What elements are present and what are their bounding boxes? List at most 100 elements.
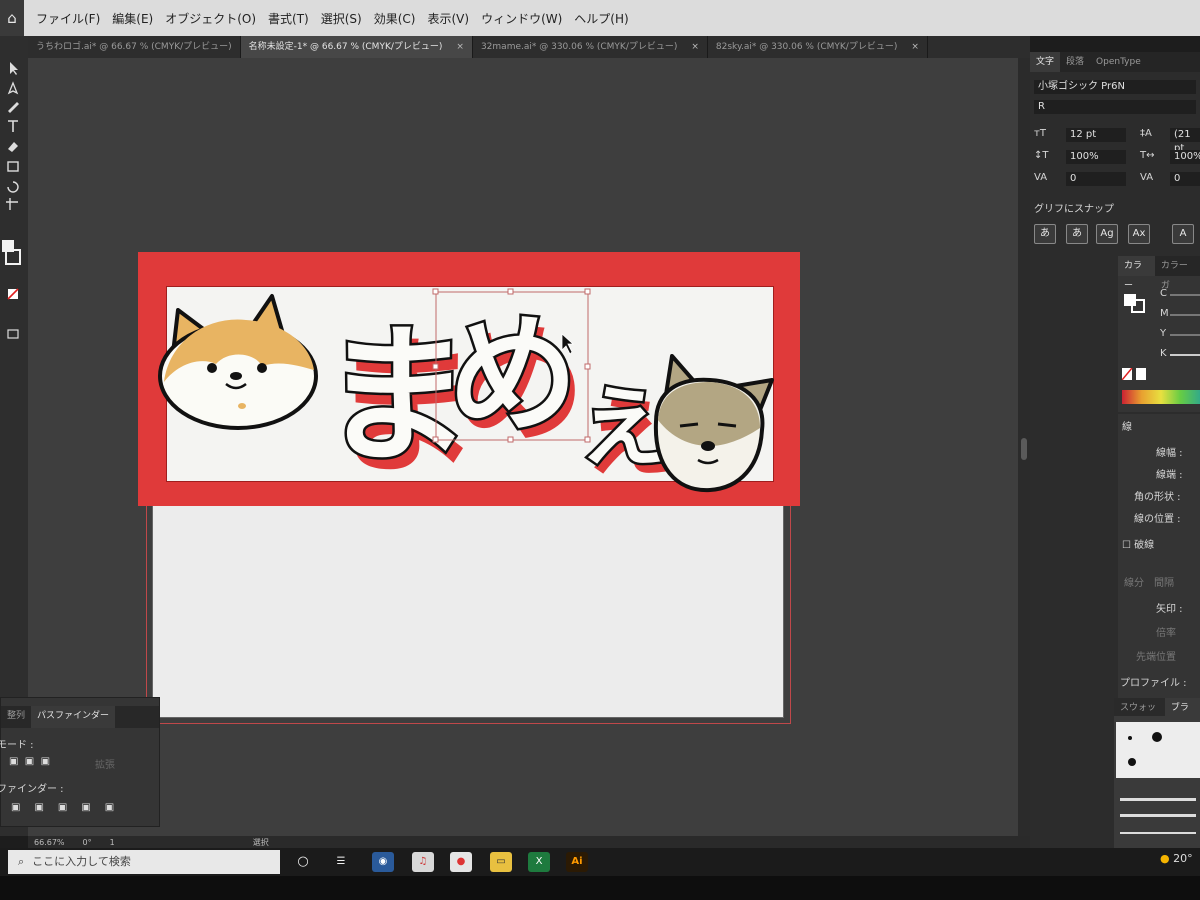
horizontal-scale-field[interactable]: 100%	[1170, 150, 1200, 164]
cortana-icon[interactable]: ○	[292, 852, 314, 872]
snap-angular-button[interactable]: A	[1172, 224, 1194, 244]
font-size-field[interactable]: 12 pt	[1066, 128, 1126, 142]
stroke-panel: 線 線幅 : 線端 : 角の形状 : 線の位置 : ☐ 破線 線分 間隔 矢印 …	[1118, 414, 1200, 714]
expand-button[interactable]: 拡張	[95, 756, 115, 771]
olive-dog-illustration[interactable]	[653, 354, 774, 493]
rectangle-tool-icon[interactable]	[4, 158, 22, 174]
tab-color-guide[interactable]: カラーガ	[1155, 256, 1200, 291]
illustrator-icon[interactable]: Ai	[566, 852, 588, 872]
vertical-scrollbar[interactable]	[1018, 58, 1030, 836]
shape-mode-buttons[interactable]: ▣ ▣ ▣	[9, 756, 69, 770]
close-icon[interactable]: ×	[691, 36, 699, 58]
shape-mode-label: モード :	[0, 740, 34, 751]
chrome-icon[interactable]: ●	[450, 852, 472, 872]
color-panel: カラー カラーガ C M Y K	[1118, 256, 1200, 412]
task-view-icon[interactable]: ☰	[330, 852, 352, 872]
taskbar-search-box[interactable]: ⌕ ここに入力して検索	[8, 850, 280, 874]
brush-library-grid[interactable]	[1116, 722, 1200, 778]
channel-y-slider[interactable]	[1170, 334, 1200, 336]
none-swatch-icon[interactable]	[4, 286, 22, 302]
vertical-scale-field[interactable]: 100%	[1066, 150, 1126, 164]
channel-c-label: C	[1160, 288, 1167, 299]
menu-object[interactable]: オブジェクト(O)	[165, 10, 256, 27]
channel-c-slider[interactable]	[1170, 294, 1200, 296]
menu-view[interactable]: 表示(V)	[427, 10, 469, 27]
tab-brushes[interactable]: ブラシ	[1164, 698, 1200, 733]
close-icon[interactable]: ×	[456, 36, 464, 58]
pen-tool-icon[interactable]	[4, 80, 22, 96]
brush-dot-small[interactable]	[1128, 736, 1132, 740]
kerning-icon: VA	[1034, 172, 1048, 183]
tab-swatches[interactable]: スウォッチ	[1114, 698, 1165, 733]
app-globe-icon[interactable]: ◉	[372, 852, 394, 872]
tab-color[interactable]: カラー	[1118, 256, 1155, 291]
dashed-line-checkbox[interactable]: ☐ 破線	[1122, 536, 1154, 551]
tab-align[interactable]: 整列	[1, 706, 31, 728]
tab-untitled-1[interactable]: 名称未設定-1* @ 66.67 % (CMYK/プレビュー) ×	[240, 36, 473, 58]
font-style-field[interactable]: R	[1034, 100, 1196, 114]
tab-32mame[interactable]: 32mame.ai* @ 330.06 % (CMYK/プレビュー) ×	[473, 36, 708, 58]
rotate-tool-icon[interactable]	[4, 178, 22, 194]
shiba-dog-illustration[interactable]	[158, 294, 318, 430]
fill-stroke-swatch-icon[interactable]	[1124, 282, 1150, 314]
brush-dot-large[interactable]	[1152, 732, 1162, 742]
snap-baseline-button[interactable]: あ	[1034, 224, 1056, 244]
kerning-field[interactable]: 0	[1066, 172, 1126, 186]
snap-glyph-bounds-button[interactable]: Ag	[1096, 224, 1118, 244]
tab-pathfinder[interactable]: パスファインダー	[31, 706, 116, 728]
menu-type[interactable]: 書式(T)	[268, 10, 309, 27]
menu-file[interactable]: ファイル(F)	[36, 10, 100, 27]
artboard-tool-icon[interactable]	[4, 196, 22, 212]
status-bar: 66.67% 0° 1 選択	[28, 836, 1030, 848]
brush-stroke-1[interactable]	[1120, 798, 1196, 801]
eraser-tool-icon[interactable]	[4, 138, 22, 154]
menu-window[interactable]: ウィンドウ(W)	[481, 10, 562, 27]
rotation-angle[interactable]: 0°	[83, 838, 92, 847]
snap-xheight-button[interactable]: あ	[1066, 224, 1088, 244]
menu-edit[interactable]: 編集(E)	[112, 10, 153, 27]
tab-paragraph[interactable]: 段落	[1060, 52, 1090, 72]
menu-effect[interactable]: 効果(C)	[374, 10, 416, 27]
snap-proximity-button[interactable]: Ax	[1128, 224, 1150, 244]
brush-dot-medium[interactable]	[1128, 758, 1136, 766]
artboard-number[interactable]: 1	[110, 838, 115, 847]
channel-m-slider[interactable]	[1170, 314, 1200, 316]
brush-stroke-2[interactable]	[1120, 814, 1196, 817]
pathfinder-buttons[interactable]: ▣▣▣▣▣	[11, 802, 151, 816]
dash-gap-label: 間隔	[1154, 578, 1174, 589]
arrow-align-label: 先端位置	[1136, 652, 1176, 663]
menu-help[interactable]: ヘルプ(H)	[574, 10, 628, 27]
title-lettering[interactable]: ま ま め め え え	[320, 297, 675, 497]
weather-widget[interactable]: ● 20°	[1160, 852, 1193, 865]
screen-mode-icon[interactable]	[4, 326, 22, 342]
tab-uchiwa-logo[interactable]: うちわロゴ.ai* @ 66.67 % (CMYK/プレビュー)	[28, 36, 241, 58]
zoom-level[interactable]: 66.67%	[34, 838, 65, 847]
excel-icon[interactable]: X	[528, 852, 550, 872]
type-tool-icon[interactable]	[4, 118, 22, 134]
selection-tool-icon[interactable]	[4, 60, 22, 76]
svg-text:め: め	[448, 299, 578, 451]
tab-character[interactable]: 文字	[1030, 52, 1061, 72]
font-family-field[interactable]: 小塚ゴシック Pr6N	[1034, 80, 1196, 94]
character-panel-tabs: 文字 段落 OpenType	[1030, 52, 1200, 72]
scrollbar-thumb[interactable]	[1021, 438, 1027, 460]
color-spectrum[interactable]	[1122, 390, 1200, 404]
brush-stroke-3[interactable]	[1120, 832, 1196, 834]
pathfinder-panel: 整列 パスファインダー モード : ▣ ▣ ▣ 拡張 ファインダー : ▣▣▣▣…	[0, 697, 160, 827]
itunes-icon[interactable]: ♫	[412, 852, 434, 872]
stroke-align-label: 線の位置 :	[1134, 514, 1181, 525]
home-icon[interactable]: ⌂	[0, 0, 24, 36]
brush-panel: スウォッチ ブラシ	[1114, 698, 1200, 848]
close-icon[interactable]: ×	[911, 36, 919, 58]
none-white-swatch-icon[interactable]	[1122, 368, 1152, 380]
menu-select[interactable]: 選択(S)	[321, 10, 362, 27]
tracking-field[interactable]: 0	[1170, 172, 1200, 186]
tab-82sky[interactable]: 82sky.ai* @ 330.06 % (CMYK/プレビュー) ×	[708, 36, 928, 58]
pencil-tool-icon[interactable]	[4, 98, 22, 114]
tab-opentype[interactable]: OpenType	[1090, 52, 1147, 72]
file-explorer-icon[interactable]: ▭	[490, 852, 512, 872]
leading-field[interactable]: (21 pt	[1170, 128, 1200, 154]
fill-stroke-swatch-icon[interactable]	[2, 238, 24, 268]
channel-k-slider[interactable]	[1170, 354, 1200, 356]
artwork-illustration[interactable]: ま ま め め え え	[150, 270, 790, 500]
